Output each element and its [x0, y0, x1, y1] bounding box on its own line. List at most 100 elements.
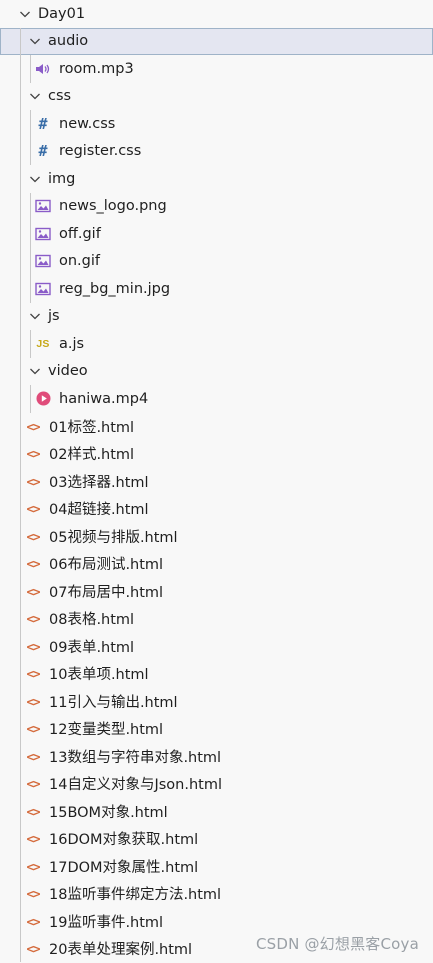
- indent-guide: [30, 110, 31, 165]
- chevron-down-icon: [28, 172, 42, 186]
- file-on-gif[interactable]: on.gif: [0, 248, 433, 276]
- file-label: register.css: [59, 143, 142, 160]
- js-icon: JS: [36, 337, 50, 350]
- html-code-icon: <>: [26, 418, 40, 434]
- file-label: news_logo.png: [59, 198, 167, 215]
- image-icon: [35, 198, 51, 214]
- file-label: 04超链接.html: [49, 502, 149, 519]
- audio-icon: [35, 61, 51, 77]
- html-code-icon: <>: [26, 803, 40, 819]
- file-html-row[interactable]: <> 18监听事件绑定方法.html: [0, 880, 433, 908]
- file-html-row[interactable]: <> 04超链接.html: [0, 495, 433, 523]
- file-register-css[interactable]: # register.css: [0, 138, 433, 166]
- file-label: 09表单.html: [49, 639, 135, 656]
- file-html-row[interactable]: <> 15BOM对象.html: [0, 798, 433, 826]
- file-off-gif[interactable]: off.gif: [0, 220, 433, 248]
- html-code-icon: <>: [26, 748, 40, 764]
- folder-video[interactable]: video: [0, 358, 433, 386]
- file-label: a.js: [59, 335, 85, 352]
- html-code-icon: <>: [26, 776, 40, 792]
- file-haniwa-mp4[interactable]: haniwa.mp4: [0, 385, 433, 413]
- html-code-icon: <>: [26, 886, 40, 902]
- file-label: 06布局测试.html: [49, 557, 164, 574]
- file-label: 05视频与排版.html: [49, 529, 178, 546]
- file-html-row[interactable]: <> 05视频与排版.html: [0, 523, 433, 551]
- folder-label: img: [48, 170, 76, 187]
- file-html-row[interactable]: <> 19监听事件.html: [0, 908, 433, 936]
- file-label: 13数组与字符串对象.html: [49, 749, 222, 766]
- html-code-icon: <>: [26, 638, 40, 654]
- folder-css[interactable]: css: [0, 83, 433, 111]
- html-code-icon: <>: [26, 693, 40, 709]
- file-html-row[interactable]: <> 12变量类型.html: [0, 715, 433, 743]
- folder-day01[interactable]: Day01: [0, 0, 433, 28]
- file-room-mp3[interactable]: room.mp3: [0, 55, 433, 83]
- folder-js[interactable]: js: [0, 303, 433, 331]
- file-label: 08表格.html: [49, 612, 135, 629]
- chevron-down-icon: [28, 364, 42, 378]
- indent-guide: [30, 192, 31, 303]
- file-html-row[interactable]: <> 08表格.html: [0, 605, 433, 633]
- chevron-down-icon: [28, 89, 42, 103]
- file-html-row[interactable]: <> 02样式.html: [0, 440, 433, 468]
- html-code-icon: <>: [26, 528, 40, 544]
- html-code-icon: <>: [26, 611, 40, 627]
- file-label: reg_bg_min.jpg: [59, 280, 171, 297]
- file-a-js[interactable]: JS a.js: [0, 330, 433, 358]
- html-code-icon: <>: [26, 831, 40, 847]
- file-label: 07布局居中.html: [49, 584, 164, 601]
- file-label: 18监听事件绑定方法.html: [49, 887, 222, 904]
- file-html-row[interactable]: <> 14自定义对象与Json.html: [0, 770, 433, 798]
- chevron-down-icon: [28, 34, 42, 48]
- video-play-icon: [35, 391, 51, 407]
- file-label: off.gif: [59, 225, 101, 242]
- folder-label: js: [48, 308, 60, 325]
- file-explorer-tree: Day01 audio room.mp3 css # new.css # reg…: [0, 0, 433, 963]
- file-label: 01标签.html: [49, 419, 135, 436]
- html-code-icon: <>: [26, 666, 40, 682]
- html-code-icon: <>: [26, 473, 40, 489]
- css-hash-icon: #: [38, 142, 48, 161]
- image-icon: [35, 253, 51, 269]
- folder-img[interactable]: img: [0, 165, 433, 193]
- file-label: 16DOM对象获取.html: [49, 832, 199, 849]
- html-code-icon: <>: [26, 913, 40, 929]
- file-label: 15BOM对象.html: [49, 804, 168, 821]
- html-code-icon: <>: [26, 556, 40, 572]
- folder-label: audio: [48, 33, 89, 50]
- html-code-icon: <>: [26, 858, 40, 874]
- file-label: 12变量类型.html: [49, 722, 164, 739]
- file-reg-bg-min-jpg[interactable]: reg_bg_min.jpg: [0, 275, 433, 303]
- file-html-row[interactable]: <> 11引入与输出.html: [0, 688, 433, 716]
- file-html-row[interactable]: <> 07布局居中.html: [0, 578, 433, 606]
- file-html-row[interactable]: <> 17DOM对象属性.html: [0, 853, 433, 881]
- file-html-row[interactable]: <> 01标签.html: [0, 413, 433, 441]
- file-new-css[interactable]: # new.css: [0, 110, 433, 138]
- image-icon: [35, 226, 51, 242]
- indent-guide: [30, 385, 31, 413]
- indent-guide: [20, 27, 21, 962]
- css-hash-icon: #: [38, 114, 48, 133]
- file-label: haniwa.mp4: [59, 390, 149, 407]
- html-code-icon: <>: [26, 446, 40, 462]
- file-label: 11引入与输出.html: [49, 694, 178, 711]
- file-html-row[interactable]: <> 13数组与字符串对象.html: [0, 743, 433, 771]
- file-label: 20表单处理案例.html: [49, 942, 193, 959]
- folder-audio[interactable]: audio: [0, 27, 433, 55]
- csdn-watermark: CSDN @幻想黑客Coya: [255, 935, 419, 953]
- chevron-down-icon: [18, 7, 32, 21]
- image-icon: [35, 281, 51, 297]
- file-label: 17DOM对象属性.html: [49, 859, 199, 876]
- file-html-row[interactable]: <> 10表单项.html: [0, 660, 433, 688]
- html-code-icon: <>: [26, 501, 40, 517]
- file-label: 14自定义对象与Json.html: [49, 777, 222, 794]
- file-html-row[interactable]: <> 09表单.html: [0, 633, 433, 661]
- file-news-logo-png[interactable]: news_logo.png: [0, 193, 433, 221]
- file-label: 19监听事件.html: [49, 914, 164, 931]
- file-label: on.gif: [59, 253, 101, 270]
- file-html-row[interactable]: <> 16DOM对象获取.html: [0, 825, 433, 853]
- file-html-row[interactable]: <> 03选择器.html: [0, 468, 433, 496]
- file-label: 10表单项.html: [49, 667, 149, 684]
- html-file-list: <> 01标签.html <> 02样式.html <> 03选择器.html <> 04超链…: [0, 413, 433, 963]
- file-html-row[interactable]: <> 06布局测试.html: [0, 550, 433, 578]
